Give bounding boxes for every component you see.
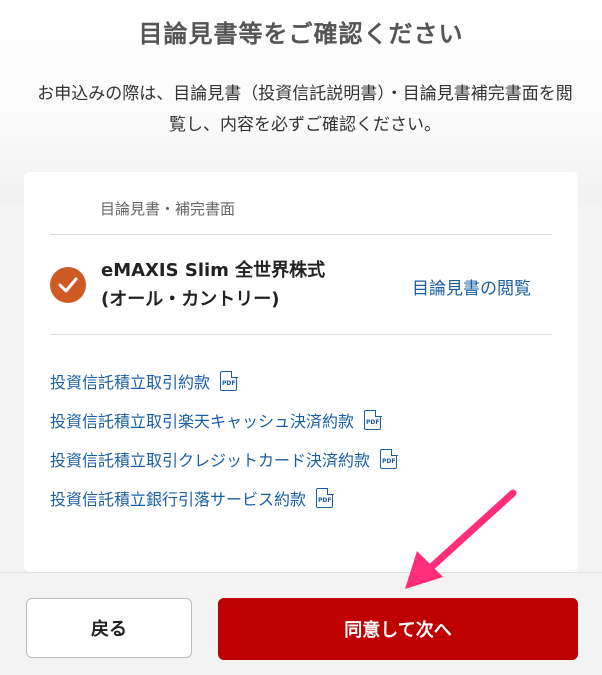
divider	[50, 334, 552, 335]
checked-icon	[50, 267, 86, 303]
doc-link-label: 投資信託積立取引クレジットカード決済約款	[50, 451, 371, 470]
doc-link-credit-card[interactable]: 投資信託積立取引クレジットカード決済約款 PDF	[50, 447, 398, 471]
doc-link-label: 投資信託積立取引楽天キャッシュ決済約款	[50, 412, 355, 431]
fund-name-line2: (オール・カントリー)	[101, 289, 280, 310]
agree-next-button[interactable]: 同意して次へ	[218, 598, 578, 660]
fund-name-line1: eMAXIS Slim 全世界株式	[101, 260, 326, 281]
fund-name: eMAXIS Slim 全世界株式 (オール・カントリー)	[101, 256, 381, 314]
pdf-icon: PDF	[316, 487, 334, 508]
pdf-icon: PDF	[220, 370, 238, 391]
page-title: 目論見書等をご確認ください	[138, 20, 464, 48]
pdf-icon: PDF	[364, 409, 382, 430]
doc-link-bank-debit[interactable]: 投資信託積立銀行引落サービス約款 PDF	[50, 486, 334, 510]
section-label: 目論見書・補完書面	[100, 200, 236, 218]
pdf-icon: PDF	[380, 448, 398, 469]
doc-link-rakuten-cash[interactable]: 投資信託積立取引楽天キャッシュ決済約款 PDF	[50, 408, 382, 432]
annotation-arrow-icon	[405, 489, 517, 589]
back-button[interactable]: 戻る	[26, 598, 192, 658]
doc-link-terms[interactable]: 投資信託積立取引約款 PDF	[50, 369, 238, 393]
page-description: お申込みの際は、目論見書（投資信託説明書）・目論見書補完書面を閲覧し、内容を必ず…	[37, 84, 573, 135]
doc-link-label: 投資信託積立銀行引落サービス約款	[50, 490, 307, 509]
doc-link-label: 投資信託積立取引約款	[50, 373, 211, 392]
divider	[50, 234, 552, 235]
view-prospectus-link[interactable]: 目論見書の閲覧	[412, 274, 531, 299]
